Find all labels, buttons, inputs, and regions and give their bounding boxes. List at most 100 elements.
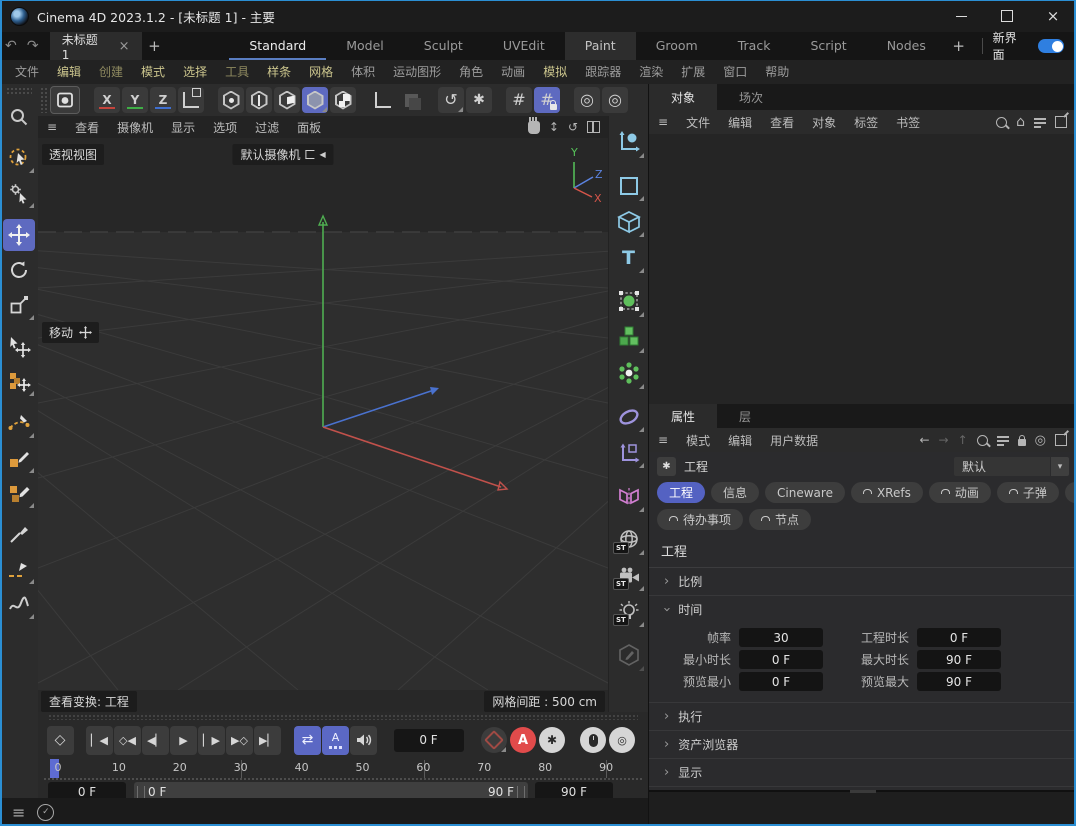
orbit-icon[interactable]: ↺	[568, 120, 578, 134]
texture-mode-button[interactable]	[330, 87, 356, 113]
text-object-button[interactable]: T	[612, 241, 645, 274]
spline-primitive-button[interactable]	[612, 169, 645, 202]
preset-dropdown[interactable]: 默认 ▾	[954, 457, 1069, 476]
goto-end-button[interactable]: ▶▏	[254, 725, 281, 755]
object-menu-icon[interactable]: ≡	[649, 115, 677, 129]
section-row[interactable]: › 显示	[649, 759, 1076, 787]
sculpt-sketch-tool[interactable]	[3, 588, 35, 620]
menu-item[interactable]: 样条	[258, 60, 300, 84]
menu-item[interactable]: 动画	[492, 60, 534, 84]
new-ui-toggle[interactable]	[1038, 39, 1064, 53]
tweak-tool[interactable]	[3, 177, 35, 209]
field-value[interactable]: 90 F	[917, 650, 1001, 669]
record-keyframe-button[interactable]	[481, 727, 507, 753]
tab-info[interactable]: 信息	[711, 482, 760, 503]
manager-tab[interactable]: 对象	[649, 84, 718, 110]
layout-tab[interactable]: Nodes	[867, 32, 946, 60]
menu-item[interactable]: 渲染	[630, 60, 672, 84]
pen-primitives-tool[interactable]	[3, 477, 35, 509]
model-mode-button[interactable]	[302, 87, 328, 113]
manager-tab[interactable]: 层	[717, 404, 773, 428]
viewport-menu-item[interactable]: 选项	[204, 119, 246, 136]
open-external-icon[interactable]	[1055, 434, 1067, 446]
rotate-tool[interactable]	[3, 254, 35, 286]
render-settings-button[interactable]: ◎	[602, 87, 628, 113]
filter-icon[interactable]	[1034, 117, 1046, 128]
section-scale[interactable]: › 比例	[649, 568, 1076, 596]
transform-tool[interactable]	[3, 330, 35, 362]
field-value[interactable]: 30	[739, 628, 823, 647]
make-editable-button[interactable]	[612, 639, 645, 672]
loop-playback-button[interactable]: ⇄	[294, 725, 321, 755]
object-menu-item[interactable]: 编辑	[719, 114, 761, 131]
camera-label[interactable]: 默认摄像机 ◀	[232, 144, 334, 165]
subdivision-surface-button[interactable]	[612, 285, 645, 318]
open-external-icon[interactable]	[1055, 116, 1067, 128]
field-value[interactable]: 0 F	[917, 628, 1001, 647]
range-handle-right[interactable]	[517, 786, 525, 798]
redo-button[interactable]: ↷	[22, 32, 44, 60]
points-mode-button[interactable]	[218, 87, 244, 113]
sky-object-button[interactable]: ST	[612, 523, 645, 556]
menu-item[interactable]: 跟踪器	[576, 60, 630, 84]
prev-frame-button[interactable]: ◀▏	[142, 725, 169, 755]
light-object-button[interactable]: ST	[612, 595, 645, 628]
grip-handle[interactable]	[6, 87, 32, 95]
viewport-menu-item[interactable]: 过滤	[246, 119, 288, 136]
object-menu-item[interactable]: 文件	[677, 114, 719, 131]
back-icon[interactable]: ←	[919, 433, 929, 447]
timeline-ruler[interactable]: 0 10 20 30 40 50 60 70 80 90	[38, 758, 648, 780]
menu-item[interactable]: 运动图形	[384, 60, 450, 84]
dolly-icon[interactable]: ↕	[549, 120, 559, 134]
spline-pen-tool[interactable]	[3, 407, 35, 439]
commander-search-button[interactable]	[3, 101, 35, 133]
camera-pick-icon[interactable]: ◀	[320, 150, 326, 159]
viewport-menu-item[interactable]: 面板	[288, 119, 330, 136]
attribute-menu-item[interactable]: 编辑	[719, 432, 761, 449]
document-tab[interactable]: 未标题 1 ×	[49, 32, 142, 62]
object-menu-item[interactable]: 书签	[887, 114, 929, 131]
menu-item[interactable]: 体积	[342, 60, 384, 84]
section-row[interactable]: › 资产浏览器	[649, 731, 1076, 759]
caret-down-icon[interactable]: ▾	[1051, 457, 1069, 476]
volume-builder-button[interactable]	[612, 321, 645, 354]
tab-xrefs[interactable]: XRefs	[850, 482, 923, 503]
next-frame-button[interactable]: ▏▶	[198, 725, 225, 755]
workplane-button[interactable]	[398, 87, 424, 113]
menu-item[interactable]: 模拟	[534, 60, 576, 84]
field-value[interactable]: 90 F	[917, 672, 1001, 691]
line-cut-tool[interactable]	[3, 553, 35, 585]
minimize-button[interactable]	[938, 0, 984, 32]
move-tool[interactable]	[3, 218, 35, 251]
sketch-spline-tool[interactable]	[3, 442, 35, 474]
add-document-button[interactable]: +	[142, 32, 168, 60]
menu-item[interactable]: 编辑	[48, 60, 90, 84]
quantize-lock-button[interactable]: #	[534, 87, 560, 113]
polygons-mode-button[interactable]	[274, 87, 300, 113]
display-mode-icon[interactable]	[305, 150, 315, 159]
pan-icon[interactable]	[527, 116, 540, 134]
attribute-menu-item[interactable]: 用户数据	[761, 432, 827, 449]
attribute-menu-icon[interactable]: ≡	[649, 433, 677, 447]
snap-toggle-button[interactable]: ↺	[438, 87, 464, 113]
viewport-menu-icon[interactable]: ≡	[38, 120, 66, 134]
close-button[interactable]: ×	[1030, 0, 1076, 32]
layout-tab[interactable]: Sculpt	[404, 32, 483, 60]
null-object-button[interactable]	[612, 436, 645, 469]
search-icon[interactable]	[996, 116, 1008, 128]
cloner-button[interactable]	[612, 357, 645, 390]
lock-z-axis-button[interactable]: Z	[150, 87, 176, 113]
tab-simulation[interactable]: 模拟	[1064, 482, 1076, 503]
search-icon[interactable]	[976, 434, 988, 446]
current-frame-field[interactable]: 0 F	[393, 728, 464, 752]
camera-object-button[interactable]: ST	[612, 559, 645, 592]
cube-primitive-button[interactable]	[612, 205, 645, 238]
set-keyframe-button[interactable]: ◇	[46, 725, 74, 755]
prev-key-button[interactable]: ◇◀	[114, 725, 141, 755]
menu-item[interactable]: 创建	[90, 60, 132, 84]
grip-handle[interactable]	[40, 87, 47, 113]
object-list-area[interactable]	[649, 134, 1076, 406]
manager-tab[interactable]: 场次	[717, 84, 785, 110]
deformer-button[interactable]	[612, 400, 645, 433]
section-row[interactable]: › 执行	[649, 703, 1076, 731]
